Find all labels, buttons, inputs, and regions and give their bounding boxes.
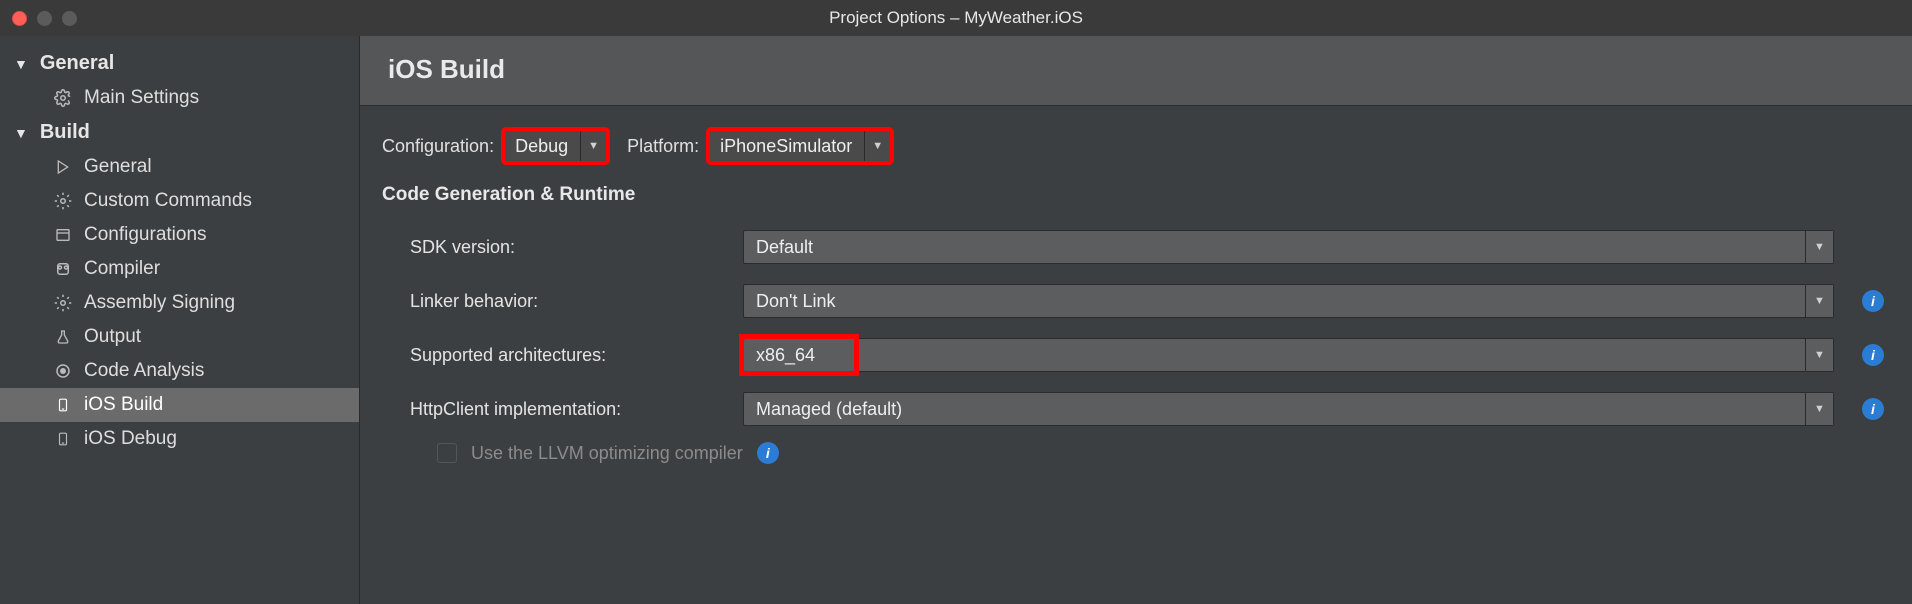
chevron-down-icon: ▼ (1805, 339, 1833, 371)
sidebar-category-general[interactable]: ▼ General (0, 46, 359, 81)
arch-label: Supported architectures: (382, 345, 727, 366)
sidebar-item-label: Main Settings (84, 87, 199, 109)
llvm-checkbox-row: Use the LLVM optimizing compiler i (382, 442, 1884, 464)
sidebar-item-general[interactable]: General (0, 150, 359, 184)
llvm-checkbox[interactable] (437, 443, 457, 463)
select-value: Don't Link (744, 291, 1805, 312)
arch-select[interactable]: x86_64 ▼ (743, 338, 1834, 372)
chevron-down-icon: ▼ (14, 56, 28, 72)
close-button[interactable] (12, 11, 27, 26)
info-icon[interactable]: i (1862, 290, 1884, 312)
sidebar-item-label: iOS Build (84, 394, 163, 416)
category-label: General (40, 52, 114, 75)
chip-icon (52, 260, 74, 278)
gear-icon (52, 294, 74, 312)
sidebar-item-label: Compiler (84, 258, 160, 280)
sidebar-item-label: General (84, 156, 152, 178)
play-icon (52, 159, 74, 175)
chevron-down-icon: ▼ (580, 131, 606, 161)
window-icon (52, 227, 74, 243)
window-controls (0, 11, 77, 26)
page-title: iOS Build (388, 54, 1884, 85)
chevron-down-icon: ▼ (1805, 231, 1833, 263)
window-title: Project Options – MyWeather.iOS (829, 8, 1083, 28)
select-value: Managed (default) (744, 399, 1805, 420)
sidebar-item-main-settings[interactable]: Main Settings (0, 81, 359, 115)
maximize-button[interactable] (62, 11, 77, 26)
dropdown-value: iPhoneSimulator (710, 131, 864, 161)
configuration-dropdown[interactable]: Debug ▼ (504, 130, 607, 162)
linker-label: Linker behavior: (382, 291, 727, 312)
sidebar: ▼ General Main Settings ▼ Build General (0, 36, 360, 604)
sidebar-item-configurations[interactable]: Configurations (0, 218, 359, 252)
gear-icon (52, 192, 74, 210)
category-label: Build (40, 121, 90, 144)
sidebar-item-ios-debug[interactable]: iOS Debug (0, 422, 359, 456)
info-icon[interactable]: i (1862, 398, 1884, 420)
platform-label: Platform: (627, 136, 699, 157)
select-value: x86_64 (744, 345, 1805, 366)
httpclient-row: HttpClient implementation: Managed (defa… (382, 382, 1884, 436)
info-icon[interactable]: i (1862, 344, 1884, 366)
linker-row: Linker behavior: Don't Link ▼ i (382, 274, 1884, 328)
sdk-label: SDK version: (382, 237, 727, 258)
chevron-down-icon: ▼ (1805, 285, 1833, 317)
sidebar-item-label: Code Analysis (84, 360, 204, 382)
select-value: Default (744, 237, 1805, 258)
httpclient-label: HttpClient implementation: (382, 399, 727, 420)
sidebar-category-build[interactable]: ▼ Build (0, 115, 359, 150)
configuration-label: Configuration: (382, 136, 494, 157)
flask-icon (52, 328, 74, 346)
sidebar-item-custom-commands[interactable]: Custom Commands (0, 184, 359, 218)
chevron-down-icon: ▼ (14, 125, 28, 141)
chevron-down-icon: ▼ (1805, 393, 1833, 425)
sidebar-item-label: Custom Commands (84, 190, 252, 212)
sidebar-item-code-analysis[interactable]: Code Analysis (0, 354, 359, 388)
main-content: iOS Build Configuration: Debug ▼ Platfor… (360, 36, 1912, 604)
sidebar-item-compiler[interactable]: Compiler (0, 252, 359, 286)
target-icon (52, 362, 74, 380)
llvm-checkbox-label: Use the LLVM optimizing compiler (471, 443, 743, 464)
titlebar: Project Options – MyWeather.iOS (0, 0, 1912, 36)
sidebar-item-label: Output (84, 326, 141, 348)
sidebar-item-assembly-signing[interactable]: Assembly Signing (0, 286, 359, 320)
sdk-select[interactable]: Default ▼ (743, 230, 1834, 264)
phone-icon (52, 395, 74, 415)
dropdown-value: Debug (505, 131, 580, 161)
sidebar-item-label: Configurations (84, 224, 207, 246)
config-row: Configuration: Debug ▼ Platform: iPhoneS… (360, 106, 1912, 172)
phone-icon (52, 429, 74, 449)
sdk-row: SDK version: Default ▼ i (382, 220, 1884, 274)
info-icon[interactable]: i (757, 442, 779, 464)
sidebar-item-label: Assembly Signing (84, 292, 235, 314)
sidebar-item-output[interactable]: Output (0, 320, 359, 354)
gear-icon (52, 89, 74, 107)
linker-select[interactable]: Don't Link ▼ (743, 284, 1834, 318)
httpclient-select[interactable]: Managed (default) ▼ (743, 392, 1834, 426)
minimize-button[interactable] (37, 11, 52, 26)
chevron-down-icon: ▼ (864, 131, 890, 161)
sidebar-item-label: iOS Debug (84, 428, 177, 450)
section-title: Code Generation & Runtime (360, 172, 1912, 214)
platform-dropdown[interactable]: iPhoneSimulator ▼ (709, 130, 891, 162)
content-header: iOS Build (360, 36, 1912, 106)
arch-row: Supported architectures: x86_64 ▼ i (382, 328, 1884, 382)
sidebar-item-ios-build[interactable]: iOS Build (0, 388, 359, 422)
